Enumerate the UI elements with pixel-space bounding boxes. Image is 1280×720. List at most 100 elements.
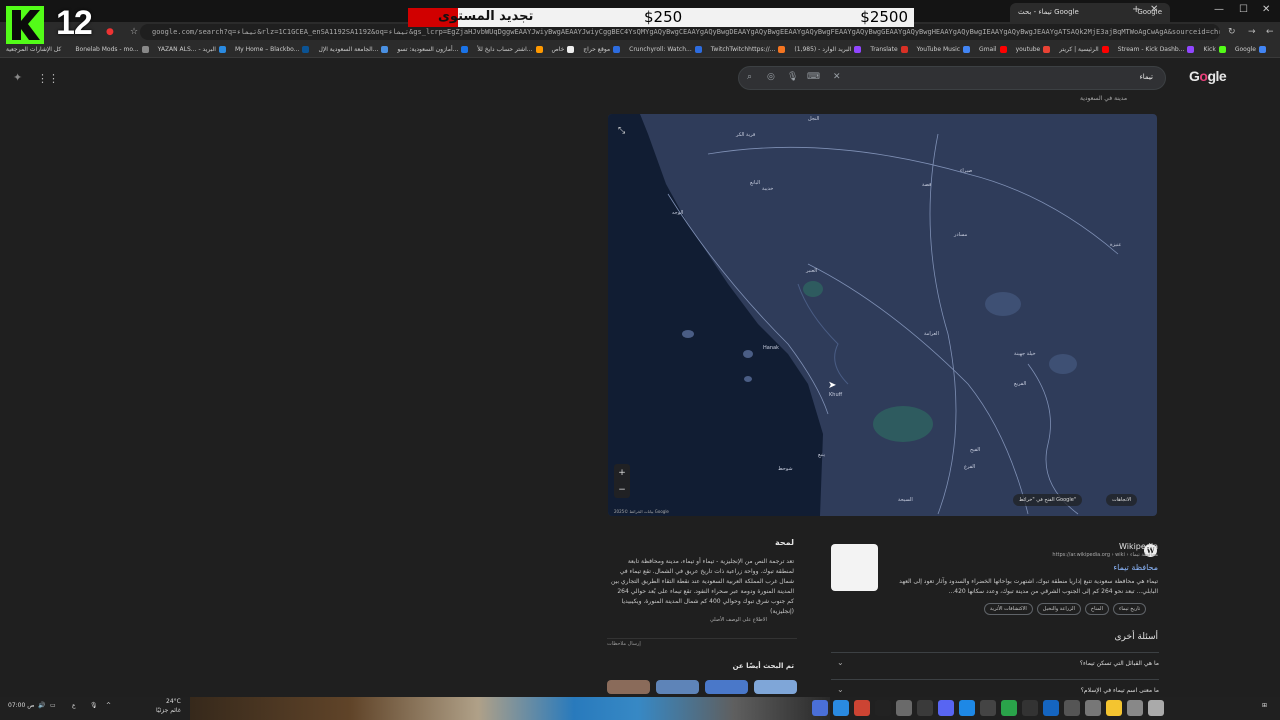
bookmark-label: خاص xyxy=(551,46,565,53)
new-tab-icon[interactable]: + xyxy=(1132,4,1140,15)
chip[interactable]: المناخ xyxy=(1084,603,1109,615)
bookmark-item[interactable]: Stream - Kick Dashb... xyxy=(1118,46,1195,53)
bookmark-item[interactable]: الجامعة السعودية الإل... xyxy=(318,46,389,53)
bookmark-item[interactable]: أمازون السعودية: تسو... xyxy=(397,46,469,53)
start-icon[interactable]: ⊞ xyxy=(1262,702,1267,709)
app-icon[interactable] xyxy=(854,700,870,716)
bookmark-item[interactable]: Gmail xyxy=(979,46,1007,53)
reload-icon[interactable]: ↻ xyxy=(1228,27,1236,37)
bookmark-label: Translate xyxy=(870,46,898,53)
thumb-image[interactable] xyxy=(705,680,748,694)
bookmark-favicon-icon xyxy=(963,46,971,53)
bookmark-item[interactable]: YouTube Music xyxy=(916,46,971,53)
bookmark-item[interactable]: TwitchTwitchhttps://... xyxy=(711,46,786,53)
tab-active[interactable]: تيماء - بحث Google Google xyxy=(1010,3,1170,22)
app-icon[interactable] xyxy=(1148,700,1164,716)
network-icon[interactable]: ▭ xyxy=(50,702,56,709)
labs-icon[interactable]: ✦ xyxy=(13,71,22,84)
bookmark-item[interactable]: My Home – Blackbo... xyxy=(235,46,310,53)
maximize-icon[interactable]: ☐ xyxy=(1239,4,1248,15)
wiki-thumbnail[interactable] xyxy=(831,544,878,591)
app-icon[interactable] xyxy=(1106,700,1122,716)
zoom-in-button[interactable]: + xyxy=(618,468,626,478)
bookmark-favicon-icon xyxy=(1101,46,1109,53)
bookmark-item[interactable]: موقع حراج xyxy=(583,46,621,53)
all-bookmarks[interactable]: كل الإشارات المرجعية xyxy=(6,46,61,53)
thumb-image[interactable] xyxy=(754,680,797,694)
thumb-image[interactable] xyxy=(656,680,699,694)
thumb-image[interactable] xyxy=(607,680,650,694)
paa-question[interactable]: ما هي القبائل التي تسكن تيماء؟ ⌄ xyxy=(831,652,1159,674)
lens-icon[interactable]: ◎ xyxy=(767,72,775,82)
bookmark-item[interactable]: الرئيسية | كريتر xyxy=(1059,46,1109,53)
bookmark-label: Stream - Kick Dashb... xyxy=(1117,46,1185,53)
language-indicator[interactable]: ع xyxy=(72,702,76,709)
directions-button[interactable]: الاتجاهات xyxy=(1106,494,1138,506)
app-icon[interactable] xyxy=(896,700,912,716)
map-label: البانع xyxy=(750,180,760,186)
close-tab-icon[interactable]: ✕ xyxy=(1150,4,1158,15)
chip[interactable]: الاكتشافات الأثرية xyxy=(984,603,1033,615)
forward-icon[interactable]: → xyxy=(1248,27,1256,37)
clock[interactable]: 07:00 ص xyxy=(8,702,34,709)
bookmark-item[interactable]: Bonelab Mods - mo... xyxy=(75,46,149,53)
volume-icon[interactable]: 🔊 xyxy=(38,702,45,709)
tray-chevron-icon[interactable]: ^ xyxy=(106,702,111,709)
app-icon[interactable] xyxy=(1022,700,1038,716)
stream-logo-icon xyxy=(6,6,44,44)
wiki-chips: تاريخ تيماء المناخ الزراعة والنخيل الاكت… xyxy=(984,603,1147,615)
bookmark-label: البريد الوارد - (1,985) xyxy=(794,46,852,53)
mic-icon[interactable]: 🎙 xyxy=(787,72,798,82)
chip[interactable]: تاريخ تيماء xyxy=(1112,603,1147,615)
minimize-icon[interactable]: — xyxy=(1214,4,1224,15)
back-icon[interactable]: ← xyxy=(1266,27,1274,37)
bookmark-item[interactable]: اشتر حساب دايخ للأ... xyxy=(477,46,543,53)
clear-icon[interactable]: ✕ xyxy=(833,72,841,82)
app-icon[interactable] xyxy=(1064,700,1080,716)
zoom-out-button[interactable]: − xyxy=(618,485,626,495)
app-icon[interactable] xyxy=(917,700,933,716)
map-attribution: بيانات الخرائط ©2025 Google xyxy=(614,509,669,514)
expand-map-icon[interactable]: ⤡ xyxy=(618,126,625,136)
app-icon[interactable] xyxy=(1085,700,1101,716)
bookmark-label: Crunchyroll: Watch... xyxy=(629,46,692,53)
app-icon[interactable] xyxy=(938,700,954,716)
app-icon[interactable] xyxy=(980,700,996,716)
google-logo[interactable]: Gogle xyxy=(1189,68,1227,84)
bookmark-item[interactable]: Crunchyroll: Watch... xyxy=(629,46,702,53)
app-icon[interactable] xyxy=(1001,700,1017,716)
also-searched-title: تم البحث أيضًا عن xyxy=(732,662,794,670)
wiki-result-link[interactable]: محافظة تيماء xyxy=(1113,563,1158,572)
bookmark-favicon-icon xyxy=(461,46,469,53)
close-window-icon[interactable]: ✕ xyxy=(1262,4,1270,15)
mic-tray-icon[interactable]: 🎙 xyxy=(90,702,98,709)
bookmark-item[interactable]: خاص xyxy=(552,46,575,53)
bookmark-item[interactable]: البريد الوارد - (1,985) xyxy=(794,46,862,53)
show-original-link[interactable]: الاطلاع على الوصف الأصلي xyxy=(710,617,767,623)
app-icon[interactable] xyxy=(875,700,891,716)
feedback-link[interactable]: إرسال ملاحظات xyxy=(607,638,797,647)
search-box[interactable]: ⌕ ◎ 🎙 ⌨ ✕ تيماء xyxy=(738,66,1166,90)
search-icon[interactable]: ⌕ xyxy=(747,72,752,82)
weather-temp[interactable]: 24°C xyxy=(166,698,181,705)
app-icon[interactable] xyxy=(1043,700,1059,716)
open-in-maps-button[interactable]: الفتح في "خرائط Google" xyxy=(1013,494,1083,506)
bookmark-item[interactable]: Google xyxy=(1235,46,1266,53)
keyboard-icon[interactable]: ⌨ xyxy=(807,72,820,82)
bookmark-item[interactable]: Kick xyxy=(1203,46,1226,53)
bookmark-item[interactable]: YAZAN ALS... - البريد xyxy=(158,46,226,53)
goal-mid: $250 xyxy=(644,8,683,26)
bookmark-label: YouTube Music xyxy=(916,46,961,53)
bookmark-item[interactable]: youtube xyxy=(1016,46,1051,53)
chip[interactable]: الزراعة والنخيل xyxy=(1036,603,1081,615)
app-icon[interactable] xyxy=(812,700,828,716)
taskbar-wallpaper xyxy=(190,697,830,720)
apps-grid-icon[interactable]: ⋮⋮ xyxy=(37,72,59,85)
app-icon[interactable] xyxy=(1127,700,1143,716)
bookmark-star-icon[interactable]: ☆ xyxy=(130,27,138,37)
bookmark-favicon-icon xyxy=(999,46,1007,53)
app-icon[interactable] xyxy=(833,700,849,716)
bookmark-item[interactable]: Translate xyxy=(870,46,908,53)
app-icon[interactable] xyxy=(959,700,975,716)
map-panel[interactable]: قرية الكر النجل البانع خديبة الوجه العنب… xyxy=(608,114,1157,516)
